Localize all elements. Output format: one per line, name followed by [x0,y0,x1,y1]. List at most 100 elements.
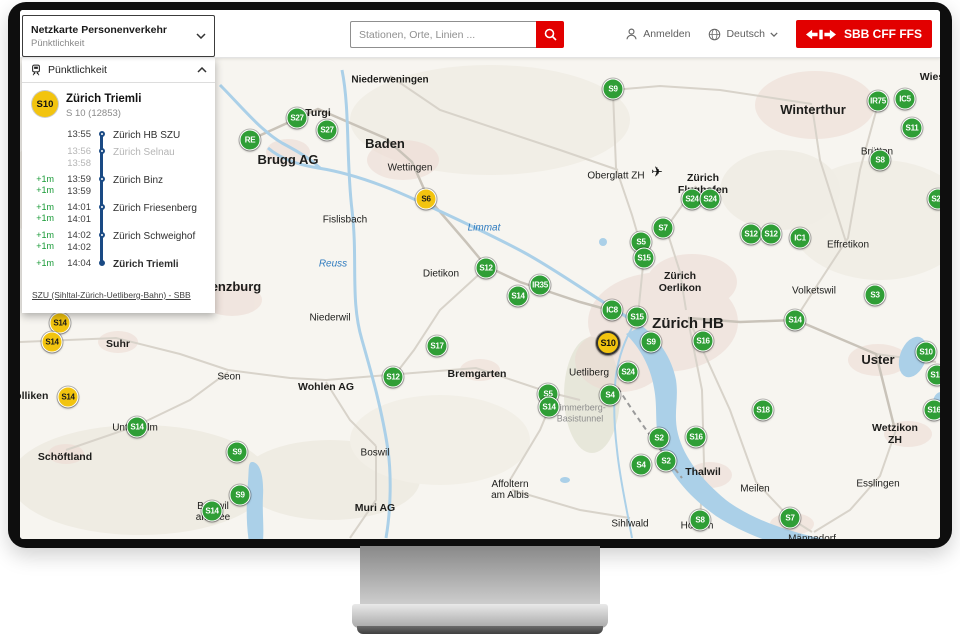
train-line-badge[interactable]: IR35 [530,275,551,296]
stop-row[interactable]: 13:55 Zürich HB SZU [30,129,209,141]
train-line-badge[interactable]: S9 [641,332,662,353]
layer-dropdown[interactable]: Netzkarte Personenverkehr Pünktlichkeit [22,15,215,57]
train-line-badge[interactable]: S9 [227,442,248,463]
stop-times: 13:55 [57,129,91,141]
train-line-badge[interactable]: S27 [287,108,308,129]
train-line-badge[interactable]: S2 [649,428,670,449]
train-line-badge[interactable]: S15 [927,365,941,386]
login-button[interactable]: Anmelden [625,27,690,41]
search-button[interactable] [536,21,564,48]
train-line-badge[interactable]: S26 [928,189,941,210]
train-line-badge[interactable]: S14 [202,501,223,522]
train-line-label: S15 [930,371,940,380]
train-line-badge[interactable]: S14 [42,332,63,353]
stop-delays: +1m [30,258,54,270]
time-arrival: 13:55 [67,129,91,140]
train-line-badge[interactable]: S18 [753,400,774,421]
train-line-badge[interactable]: S14 [127,417,148,438]
train-line-badge[interactable]: S14 [785,310,806,331]
map-label: Suhr [106,326,130,350]
train-line-badge[interactable]: S9 [230,485,251,506]
map-label: Turgi [305,95,330,119]
map-label-text: Sihlwald [611,518,648,529]
train-summary: S10 Zürich Triemli S 10 (12853) [22,83,215,121]
train-line-badge[interactable]: S4 [600,385,621,406]
panel-header[interactable]: Pünktlichkeit [22,58,215,83]
train-line-badge[interactable]: S24 [618,362,639,383]
train-line-badge[interactable]: S9 [603,79,624,100]
map-label-text: Oberglatt ZH [587,170,644,181]
sbb-logo[interactable]: SBB CFF FFS [796,20,932,48]
stop-name: Zürich HB SZU [113,129,209,141]
panel-title-row: Pünktlichkeit [30,64,107,76]
time-departure: 13:58 [67,158,91,169]
train-line-badge[interactable]: S14 [58,387,79,408]
train-line-badge[interactable]: S3 [865,285,886,306]
train-line-badge[interactable]: S15 [634,248,655,269]
train-line-badge[interactable]: S12 [476,258,497,279]
stop-row[interactable]: +1m +1m 14:01 14:01 Zürich Friesenberg [30,202,209,225]
map-label-text: Niederwil [309,312,350,323]
train-line-badge[interactable]: IC1 [790,228,811,249]
map-label-text: Thalwil [685,466,721,478]
train-line-label: S24 [621,368,634,377]
train-line-badge[interactable]: S7 [780,508,801,529]
train-line-label: IC5 [899,95,911,104]
stop-delays [30,146,54,169]
train-line-badge[interactable]: S10 [596,331,620,355]
train-line-badge[interactable]: S12 [761,224,782,245]
train-line-badge[interactable]: S11 [902,118,923,139]
map-label-text: Niederweningen [351,74,428,85]
train-line-badge[interactable]: S12 [741,224,762,245]
train-line-badge[interactable]: S16 [693,331,714,352]
map-label-text: Esslingen [856,478,899,489]
operator-link[interactable]: SZU (Sihltal-Zürich-Uetliberg-Bahn) - SB… [32,290,191,300]
train-line-badge[interactable]: S10 [916,342,937,363]
train-line-badge[interactable]: S14 [539,397,560,418]
train-line-badge[interactable]: S24 [700,189,721,210]
screen: ✈ Niederweningen Wies Turgi Baden Brugg … [20,10,940,539]
train-line-badge[interactable]: S27 [317,120,338,141]
stop-row[interactable]: +1m +1m 14:02 14:02 Zürich Schweighof [30,230,209,253]
delay-arrival: +1m [36,258,54,268]
stop-dot-icon [99,232,105,238]
train-line-badge[interactable]: S12 [383,367,404,388]
train-line-badge[interactable]: RE [240,130,261,151]
globe-icon [708,28,721,41]
header: Netzkarte Personenverkehr Pünktlichkeit [20,10,940,58]
map-label-text: Schöftland [38,451,92,463]
map-label: Uetliberg [569,356,609,379]
train-line-badge[interactable]: S14 [508,286,529,307]
train-line-badge[interactable]: S16 [924,400,941,421]
train-line-badge[interactable]: IR75 [868,91,889,112]
train-line-badge[interactable]: S15 [627,307,648,328]
map-label: Wies [920,59,940,83]
train-line-label: S16 [927,406,940,415]
train-line-badge[interactable]: S8 [690,510,711,531]
language-selector[interactable]: Deutsch [708,28,778,41]
train-line-badge[interactable]: S8 [870,150,891,171]
train-line-label: IC8 [606,306,618,315]
login-label: Anmelden [643,28,690,40]
monitor-stand-base [352,604,608,628]
train-line-label: S9 [232,448,241,457]
train-line-badge[interactable]: S7 [653,218,674,239]
train-line-label: S12 [764,230,777,239]
train-line-badge[interactable]: S14 [50,313,71,334]
stop-row[interactable]: +1m +1m 13:59 13:59 Zürich Binz [30,174,209,197]
search-input[interactable] [350,21,536,48]
map-label: Fislisbach [323,203,367,226]
train-line-badge[interactable]: S16 [686,427,707,448]
train-line-badge[interactable]: S17 [427,336,448,357]
stop-dot-icon [99,204,105,210]
chevron-up-icon[interactable] [197,67,207,73]
map-label: Oberglatt ZH [587,159,644,182]
train-line-badge[interactable]: S2 [656,451,677,472]
delay-arrival: +1m [36,202,54,212]
train-line-badge[interactable]: IC8 [602,300,623,321]
stop-row[interactable]: +1m 14:04 Zürich Triemli [30,258,209,270]
train-line-badge[interactable]: IC5 [895,89,916,110]
train-line-badge[interactable]: S6 [416,189,437,210]
train-line-badge[interactable]: S4 [631,455,652,476]
stop-row[interactable]: 13:56 13:58 Zürich Selnau [30,146,209,169]
